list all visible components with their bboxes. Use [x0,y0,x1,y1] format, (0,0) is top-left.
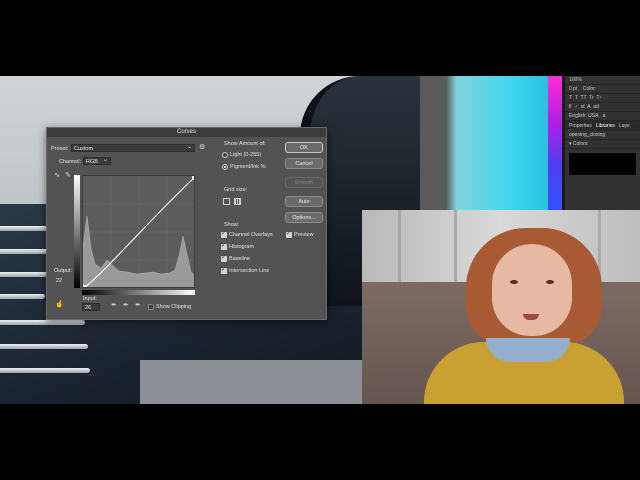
eyedropper-icon[interactable]: ✒ [135,301,141,309]
show-clipping-label: Show Clipping [156,304,192,310]
grille-bar [0,344,88,349]
curve-point-tool-icon[interactable]: ∿ [54,171,60,179]
input-gradient [82,290,195,295]
curve-point [192,176,194,180]
light-radio[interactable] [222,152,228,158]
preset-label: Preset: [51,146,69,152]
intersection-line-label: Intersection Line [229,268,270,274]
color-strip [548,76,562,210]
curves-graph[interactable] [82,175,195,288]
intersection-line-checkbox[interactable] [221,266,227,274]
output-gradient [74,175,80,288]
input-field[interactable]: 26 [82,303,100,311]
light-option: Light (0-255) [230,152,262,158]
baseline-checkbox[interactable] [221,254,227,262]
preview-label: Preview [294,232,314,238]
channel-overlays-label: Channel Overlays [229,232,273,238]
simple-grid-button[interactable] [223,198,230,205]
input-label: Input: [83,296,97,302]
wall-beam [398,210,401,282]
language-row[interactable]: English: USA a [565,112,640,121]
ps-side-panel: 100% 0 pt Color: T T TT Tr T¹ fi ♂ st A … [565,76,640,210]
pencil-icon[interactable]: ✎ [65,171,71,179]
presenter-video [362,210,640,404]
grille-bar [0,294,45,299]
presenter-eye [510,280,518,284]
dialog-title[interactable]: Curves [47,128,326,137]
eyedropper-icon[interactable]: ✒ [123,301,129,309]
grille-bar [0,272,48,277]
pigment-radio[interactable] [222,164,228,170]
channel-select[interactable]: RGB [83,156,111,165]
tab-properties[interactable]: Properties [569,121,592,131]
presenter-collar [486,338,570,362]
color-label: Color: [582,86,597,92]
show-clipping-checkbox[interactable] [148,303,154,310]
output-value[interactable]: 22 [56,278,62,284]
panel-tabs: Properties Libraries Laye [565,121,640,131]
grid-size-label: Grid size: [224,187,248,193]
presenter-eye [546,280,554,284]
show-label: Show: [224,222,240,228]
baseline-label: Baseline [229,256,251,262]
tracking-field[interactable]: 0 pt Color: [565,85,640,94]
language-select[interactable]: English: USA [569,113,598,119]
ok-button[interactable]: OK [285,142,323,153]
color-swatch[interactable] [569,153,636,175]
gear-icon[interactable]: ⚙ [199,143,205,151]
pigment-option: Pigment/Ink % [230,164,266,170]
curves-dialog: Curves Preset: Custom ⚙ Channel: RGB ∿ ✎… [46,127,327,320]
pt-value: 0 pt [569,86,578,92]
channel-overlays-checkbox[interactable] [221,230,227,238]
curve-point [83,285,87,287]
tab-layers[interactable]: Laye [619,121,630,131]
histogram-checkbox[interactable] [221,242,227,250]
car-panel [140,360,362,404]
eyedropper-icon[interactable]: ✒ [111,301,117,309]
zoom-field[interactable]: 100% [565,76,640,85]
grille-bar [0,368,90,373]
grille-bar [0,249,52,254]
targeted-adjustment-icon[interactable]: ☝ [55,300,64,308]
show-amount-label: Show Amount of: [224,141,266,147]
grille-bar [0,320,85,325]
library-select[interactable]: opening_closing [565,131,640,140]
channel-label: Channel: [59,159,82,165]
type-features-row[interactable]: fi ♂ st A ad [565,103,640,112]
type-style-row[interactable]: T T TT Tr T¹ [565,94,640,103]
smooth-button[interactable]: Smooth [285,177,323,188]
preview-checkbox[interactable] [286,230,292,238]
histogram-label: Histogram [229,244,255,250]
preset-select[interactable]: Custom [71,143,195,152]
antialias-value: a [602,113,606,119]
curves-graph-canvas [83,176,194,287]
detailed-grid-button[interactable] [234,198,241,205]
cancel-button[interactable]: Cancel [285,158,323,169]
colors-label: Colors [572,141,588,147]
screen-frame: 100% 0 pt Color: T T TT Tr T¹ fi ♂ st A … [0,76,640,404]
document-gradient [420,76,550,210]
options-button[interactable]: Options... [285,212,323,223]
output-label: Output: [54,268,73,274]
tab-libraries[interactable]: Libraries [596,121,615,131]
wall-beam [454,210,457,282]
colors-header[interactable]: ▾ Colors [565,140,640,149]
presenter-face [492,244,572,336]
auto-button[interactable]: Auto [285,196,323,207]
